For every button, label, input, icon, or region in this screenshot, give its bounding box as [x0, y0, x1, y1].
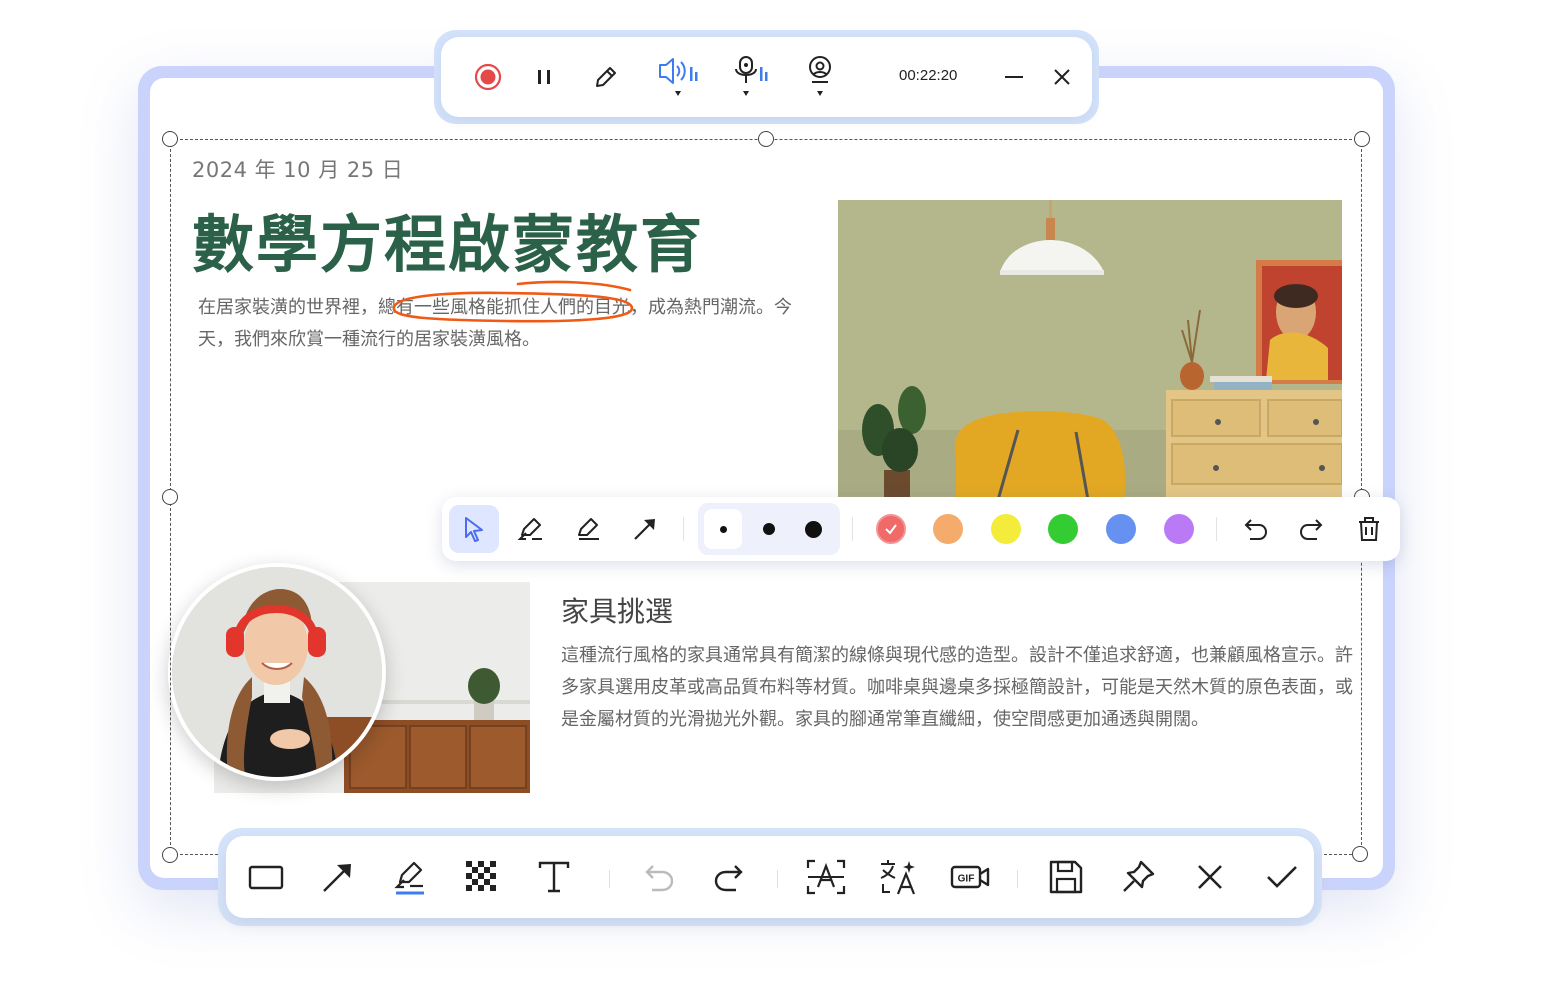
divider: [609, 870, 610, 888]
delete-button[interactable]: [1344, 505, 1394, 553]
check-icon: [885, 524, 897, 535]
highlighter-tool-button[interactable]: [506, 505, 556, 553]
large-dot-icon: [804, 520, 822, 538]
divider: [1017, 870, 1018, 888]
highlighter-icon: [394, 861, 424, 895]
color-swatch-purple[interactable]: [1164, 514, 1194, 544]
speaker-button[interactable]: [651, 37, 705, 117]
living-room-photo: [838, 200, 1342, 500]
resize-handle-top-right[interactable]: [1354, 131, 1370, 147]
speaker-icon: [659, 58, 698, 96]
undo-button[interactable]: [1230, 505, 1280, 553]
microphone-icon: [735, 56, 768, 96]
trash-icon: [1359, 517, 1379, 541]
text-tool-button[interactable]: [525, 848, 583, 906]
redo-button[interactable]: [701, 848, 759, 906]
ocr-button[interactable]: [797, 848, 855, 906]
minimize-icon: [1005, 76, 1023, 78]
rectangle-tool-button[interactable]: [237, 848, 295, 906]
close-icon: [1198, 865, 1222, 889]
color-swatch-orange[interactable]: [933, 514, 963, 544]
cancel-button[interactable]: [1181, 848, 1239, 906]
marker-icon: [578, 518, 599, 540]
record-icon: [474, 63, 502, 91]
section-title: 家具挑選: [561, 595, 674, 628]
microphone-button[interactable]: [725, 37, 779, 117]
article-title: 數學方程啟蒙教育: [192, 208, 705, 281]
divider: [683, 517, 684, 541]
mosaic-icon: [466, 861, 496, 891]
pen-button[interactable]: [581, 37, 631, 117]
divider: [777, 870, 778, 888]
highlighter-tool-button[interactable]: [381, 848, 439, 906]
brush-size-medium[interactable]: [750, 509, 788, 549]
rectangle-icon: [248, 865, 284, 890]
brush-size-large[interactable]: [794, 509, 832, 549]
close-icon: [1054, 69, 1070, 85]
close-button[interactable]: [1039, 37, 1085, 117]
undo-button[interactable]: [629, 848, 687, 906]
color-swatch-blue[interactable]: [1106, 514, 1136, 544]
pin-button[interactable]: [1109, 848, 1167, 906]
webcam-button[interactable]: [793, 37, 847, 117]
save-button[interactable]: [1037, 848, 1095, 906]
section-body: 這種流行風格的家具通常具有簡潔的線條與現代感的造型。設計不僅追求舒適，也兼顧風格…: [561, 645, 1353, 730]
resize-handle-bottom-left[interactable]: [162, 847, 178, 863]
pen-icon: [596, 67, 616, 87]
select-tool-button[interactable]: [449, 505, 499, 553]
pause-icon: [538, 70, 550, 84]
medium-dot-icon: [763, 523, 775, 535]
record-button[interactable]: [463, 37, 513, 117]
svg-text:GIF: GIF: [958, 874, 975, 885]
translate-button[interactable]: [869, 848, 927, 906]
resize-handle-left[interactable]: [162, 489, 178, 505]
check-icon: [1267, 866, 1297, 888]
color-swatch-yellow[interactable]: [991, 514, 1021, 544]
recording-toolbar: 00:22:20: [434, 30, 1099, 124]
pin-icon: [1123, 860, 1155, 892]
small-dot-icon: [719, 525, 727, 533]
redo-button[interactable]: [1287, 505, 1337, 553]
capture-toolbar: GIF: [218, 828, 1322, 926]
pause-button[interactable]: [519, 37, 569, 117]
gif-icon: GIF: [950, 865, 990, 889]
divider: [1216, 517, 1217, 541]
ocr-icon: [806, 859, 846, 895]
webcam-icon: [809, 56, 831, 96]
text-icon: [538, 861, 570, 893]
highlighter-icon: [517, 518, 542, 540]
marker-tool-button[interactable]: [563, 505, 613, 553]
undo-icon: [1244, 519, 1268, 540]
screen: 2024 年 10 月 25 日 數學方程啟蒙教育 在居家裝潢的世界裡，總有一些…: [0, 0, 1556, 997]
webcam-preview[interactable]: [168, 563, 386, 781]
article-intro: 在居家裝潢的世界裡，總有一些風格能抓住人們的目光，成為熱門潮流。今天，我們來欣賞…: [198, 297, 792, 350]
arrow-tool-button[interactable]: [309, 848, 367, 906]
redo-icon: [1299, 519, 1323, 540]
save-icon: [1049, 860, 1083, 894]
arrow-icon: [634, 519, 655, 540]
arrow-icon: [323, 864, 351, 892]
pointer-icon: [465, 517, 483, 542]
resize-handle-bottom-right[interactable]: [1352, 846, 1368, 862]
resize-handle-top-left[interactable]: [162, 131, 178, 147]
minimize-button[interactable]: [991, 37, 1037, 117]
undo-icon: [645, 865, 674, 892]
confirm-button[interactable]: [1253, 848, 1311, 906]
resize-handle-top[interactable]: [758, 131, 774, 147]
annotation-toolbar: [442, 497, 1400, 561]
gif-record-button[interactable]: GIF: [941, 848, 999, 906]
redo-icon: [714, 865, 743, 892]
mosaic-tool-button[interactable]: [453, 848, 511, 906]
translate-icon: [880, 860, 916, 895]
brush-size-small[interactable]: [704, 509, 742, 549]
arrow-tool-button[interactable]: [620, 505, 670, 553]
brush-size-group: [698, 503, 840, 555]
recording-timer: 00:22:20: [899, 67, 958, 84]
color-swatch-green[interactable]: [1048, 514, 1078, 544]
color-swatch-red[interactable]: [876, 514, 906, 544]
article-date: 2024 年 10 月 25 日: [192, 158, 404, 182]
divider: [852, 517, 853, 541]
